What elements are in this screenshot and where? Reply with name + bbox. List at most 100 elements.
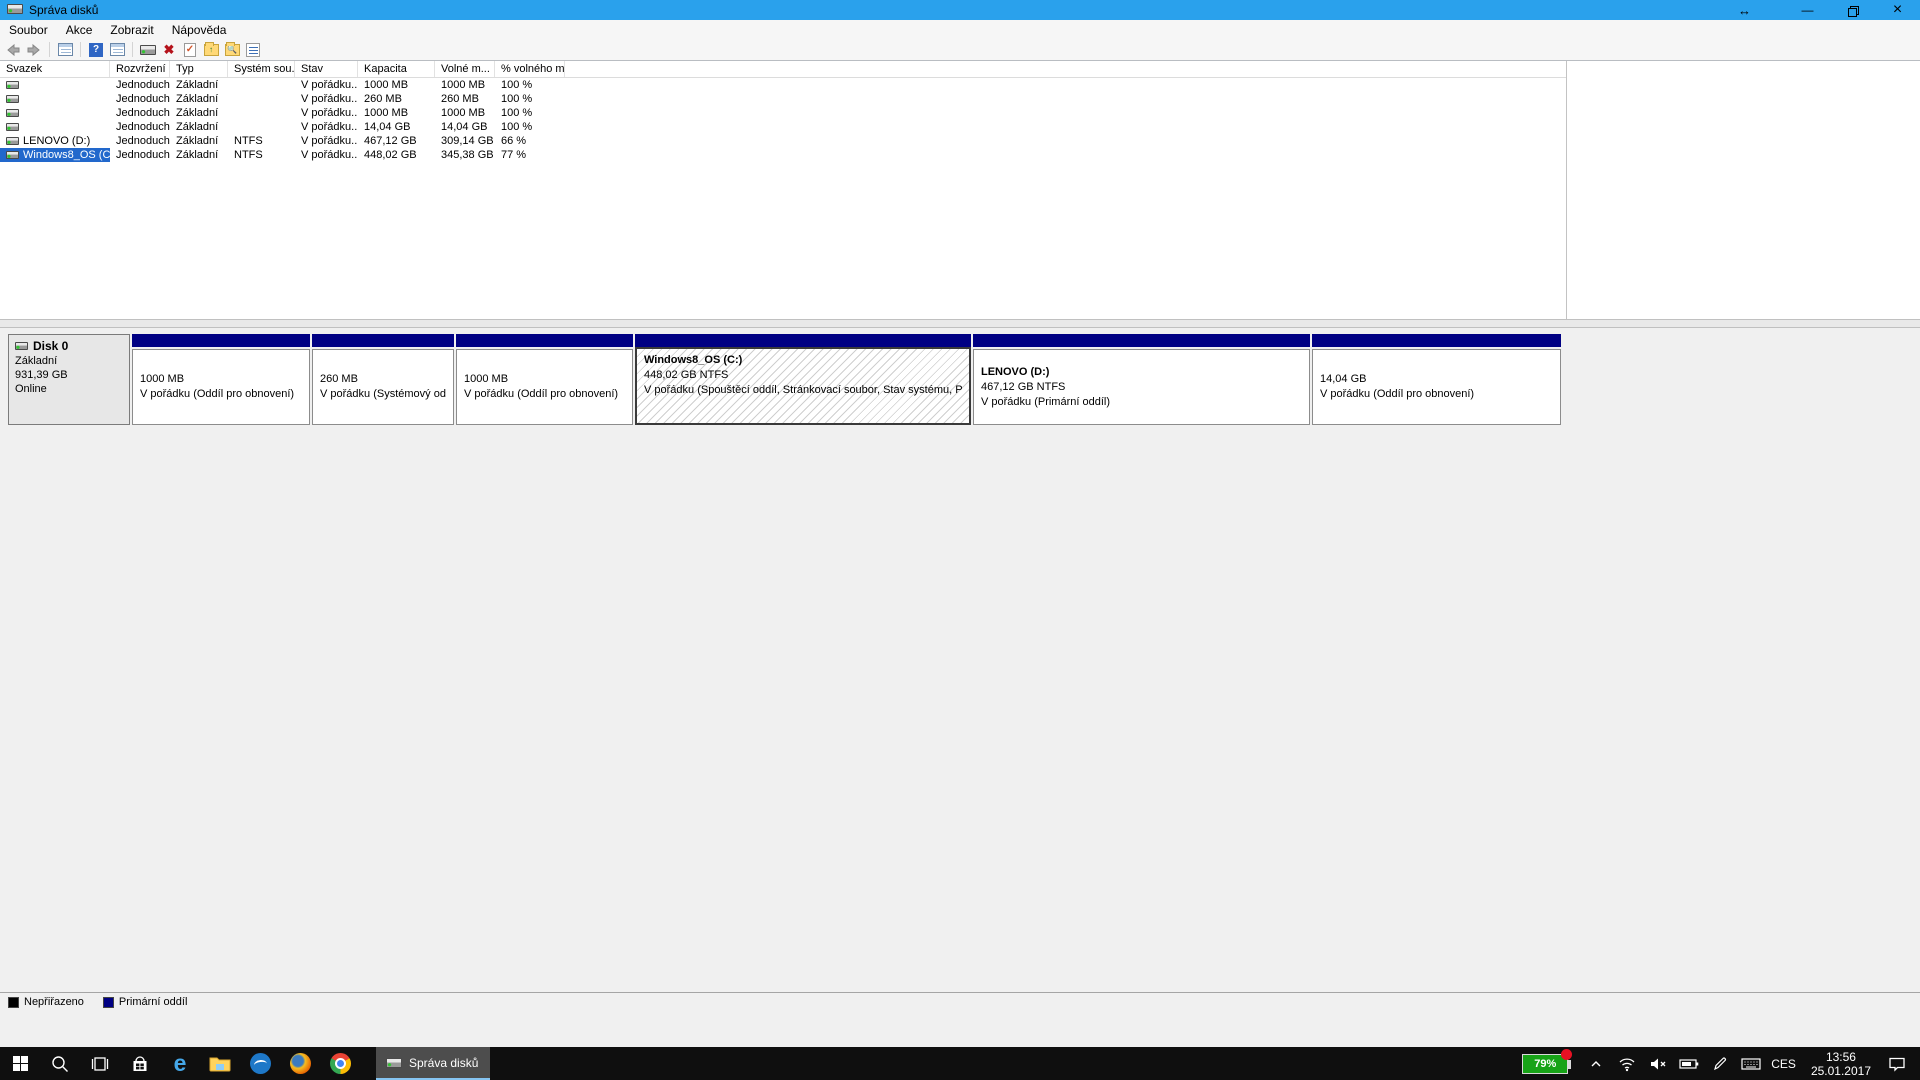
titlebar: Správa disků ↔ — × [0, 0, 1920, 20]
toolbar-separator [49, 42, 50, 57]
table-row[interactable]: Jednoduchý Základní V pořádku... 1000 MB… [0, 78, 1920, 92]
menu-zobrazit[interactable]: Zobrazit [101, 20, 162, 39]
explore-folder-icon[interactable]: 🔍 [223, 41, 241, 58]
volume-muted-icon[interactable] [1647, 1053, 1669, 1075]
restore-button[interactable] [1830, 0, 1875, 20]
partition-recovery-3[interactable]: 14,04 GB V pořádku (Oddíl pro obnovení) [1312, 334, 1561, 425]
col-svazek[interactable]: Svazek [0, 61, 110, 77]
legend-unallocated-swatch [8, 997, 19, 1008]
partition-recovery-2[interactable]: 1000 MB V pořádku (Oddíl pro obnovení) [456, 334, 633, 425]
resize-icon[interactable]: ↔ [1722, 0, 1767, 20]
partition-recovery-1[interactable]: 1000 MB V pořádku (Oddíl pro obnovení) [132, 334, 310, 425]
wifi-icon[interactable] [1616, 1053, 1638, 1075]
pane-splitter[interactable] [0, 319, 1920, 328]
task-view-icon [90, 1054, 110, 1074]
legend: Nepřiřazeno Primární oddíl [0, 992, 1920, 1011]
toolbar: ? ✖ ✓ ↑ 🔍 [0, 39, 1920, 61]
help-icon[interactable]: ? [87, 41, 105, 58]
partition-lenovo-d[interactable]: LENOVO (D:) 467,12 GB NTFS V pořádku (Pr… [973, 334, 1310, 425]
chevron-up-icon[interactable] [1585, 1053, 1607, 1075]
close-button[interactable]: × [1875, 0, 1920, 20]
app-disk-icon [7, 4, 23, 16]
col-kapacita[interactable]: Kapacita [358, 61, 435, 77]
pen-icon[interactable] [1709, 1053, 1731, 1075]
col-system-souboru[interactable]: Systém sou... [228, 61, 295, 77]
partition-efi-system[interactable]: 260 MB V pořádku (Systémový oddíl EF [312, 334, 454, 425]
volume-list-header: Svazek Rozvržení Typ Systém sou... Stav … [0, 61, 1566, 78]
disk-kind: Základní [15, 354, 123, 368]
search-button[interactable] [40, 1047, 80, 1080]
col-rozvrzeni[interactable]: Rozvržení [110, 61, 170, 77]
file-explorer-button[interactable] [200, 1047, 240, 1080]
menubar: Soubor Akce Zobrazit Nápověda [0, 20, 1920, 39]
action-center-icon[interactable] [1886, 1053, 1908, 1075]
col-stav[interactable]: Stav [295, 61, 358, 77]
table-row-lenovo[interactable]: LENOVO (D:) Jednoduchý Základní NTFS V p… [0, 134, 1920, 148]
drive-icon[interactable] [139, 41, 157, 58]
window-title: Správa disků [29, 3, 98, 17]
properties-icon[interactable] [244, 41, 262, 58]
table-row[interactable]: Jednoduchý Základní V pořádku... 260 MB … [0, 92, 1920, 106]
legend-primary-label: Primární oddíl [119, 996, 187, 1008]
table-row[interactable]: Jednoduchý Základní V pořádku... 1000 MB… [0, 106, 1920, 120]
back-icon[interactable] [4, 41, 22, 58]
edge-button[interactable]: e [160, 1047, 200, 1080]
menu-akce[interactable]: Akce [57, 20, 102, 39]
partition-color-bar [973, 334, 1310, 347]
store-icon [130, 1054, 150, 1074]
clock-time: 13:56 [1811, 1050, 1871, 1064]
firefox-icon [290, 1053, 311, 1074]
screen: Správa disků ↔ — × Soubor Akce Zobrazit … [0, 0, 1920, 1080]
partition-color-bar [456, 334, 633, 347]
table-row-windows8-os-selected[interactable]: Windows8_OS (C:) Jednoduchý Základní NTF… [0, 148, 1920, 162]
taskbar-active-disk-management[interactable]: Správa disků [376, 1047, 490, 1080]
volume-list-pane: Svazek Rozvržení Typ Systém sou... Stav … [0, 61, 1920, 319]
action-pane-icon[interactable] [108, 41, 126, 58]
disk-management-icon [386, 1058, 402, 1068]
battery-icon[interactable] [1678, 1053, 1700, 1075]
battery-percent-badge[interactable]: 79% [1522, 1054, 1568, 1074]
clock[interactable]: 13:56 25.01.2017 [1805, 1050, 1877, 1078]
pane-divider [1566, 61, 1567, 319]
toolbar-separator [132, 42, 133, 57]
minimize-button[interactable]: — [1785, 0, 1830, 20]
chrome-button[interactable] [320, 1047, 360, 1080]
disk-icon [15, 342, 28, 350]
table-row[interactable]: Jednoduchý Základní V pořádku... 14,04 G… [0, 120, 1920, 134]
language-indicator[interactable]: CES [1771, 1057, 1796, 1071]
menu-soubor[interactable]: Soubor [0, 20, 57, 39]
menu-napoveda[interactable]: Nápověda [163, 20, 236, 39]
volume-icon [6, 123, 19, 131]
store-button[interactable] [120, 1047, 160, 1080]
check-volume-icon[interactable]: ✓ [181, 41, 199, 58]
volume-icon [6, 81, 19, 89]
volume-icon [6, 95, 19, 103]
partition-color-bar [312, 334, 454, 347]
col-volne-misto[interactable]: Volné m... [435, 61, 495, 77]
clock-date: 25.01.2017 [1811, 1064, 1871, 1078]
col-pct-volneho[interactable]: % volného m... [495, 61, 565, 77]
volume-icon [6, 137, 19, 145]
start-button[interactable] [0, 1047, 40, 1080]
forward-icon[interactable] [25, 41, 43, 58]
console-tree-icon[interactable] [56, 41, 74, 58]
disk-management-window: Správa disků ↔ — × Soubor Akce Zobrazit … [0, 0, 1920, 1047]
delete-volume-icon[interactable]: ✖ [160, 41, 178, 58]
volume-icon [6, 109, 19, 117]
start-icon [13, 1056, 28, 1071]
partition-windows8-os-c[interactable]: Windows8_OS (C:) 448,02 GB NTFS V pořádk… [635, 334, 971, 425]
openoffice-button[interactable] [240, 1047, 280, 1080]
file-explorer-icon [209, 1055, 231, 1073]
partition-color-bar [635, 334, 971, 347]
restore-icon [1848, 6, 1857, 15]
chrome-icon [330, 1053, 351, 1074]
toolbar-separator [80, 42, 81, 57]
partition-color-bar [1312, 334, 1561, 347]
taskbar-active-label: Správa disků [409, 1056, 478, 1070]
keyboard-icon[interactable] [1740, 1053, 1762, 1075]
col-typ[interactable]: Typ [170, 61, 228, 77]
disk0-header[interactable]: Disk 0 Základní 931,39 GB Online [8, 334, 130, 425]
rescan-folder-icon[interactable]: ↑ [202, 41, 220, 58]
task-view-button[interactable] [80, 1047, 120, 1080]
firefox-button[interactable] [280, 1047, 320, 1080]
